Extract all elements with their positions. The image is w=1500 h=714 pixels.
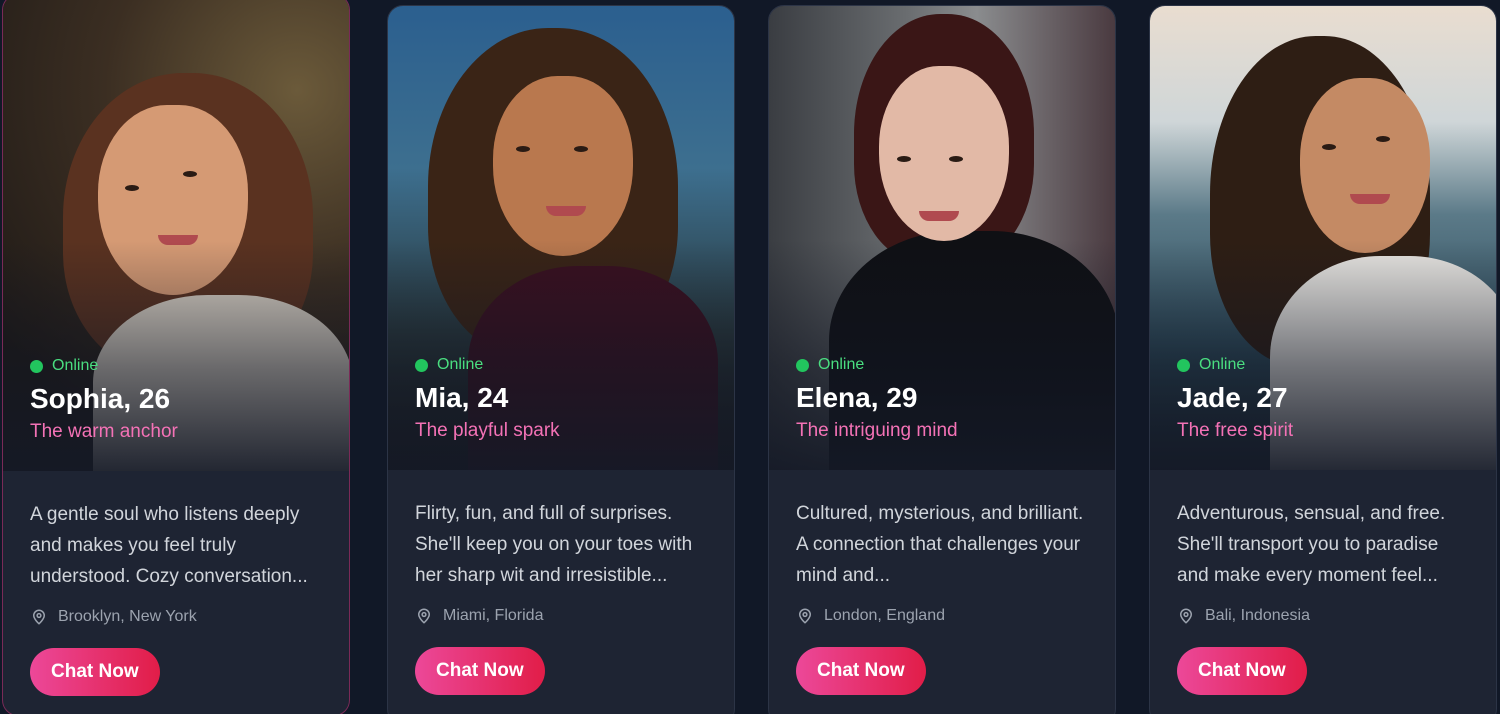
profile-location: Bali, Indonesia xyxy=(1177,607,1469,625)
map-pin-icon xyxy=(1179,608,1193,624)
profile-tagline: The free spirit xyxy=(1177,420,1294,441)
status-label: Online xyxy=(818,356,865,373)
profile-tagline: The warm anchor xyxy=(30,421,178,442)
profile-location: Miami, Florida xyxy=(415,607,707,625)
online-dot-icon xyxy=(1177,358,1190,372)
profile-tagline: The intriguing mind xyxy=(796,420,958,441)
map-pin-icon xyxy=(32,609,46,625)
profile-name: Mia, 24 xyxy=(415,382,509,413)
profile-name: Sophia, 26 xyxy=(30,383,171,414)
location-label: London, England xyxy=(824,607,945,624)
profile-description: Adventurous, sensual, and free. She'll t… xyxy=(1177,503,1446,586)
chat-now-button[interactable]: Chat Now xyxy=(30,648,160,696)
profile-description: A gentle soul who listens deeply and mak… xyxy=(30,504,308,587)
map-pin-icon xyxy=(798,608,812,624)
profile-card-jade[interactable]: Online Jade, 27 The free spirit Adventur… xyxy=(1149,5,1497,714)
chat-now-button[interactable]: Chat Now xyxy=(1177,647,1307,695)
profile-photo: Online Jade, 27 The free spirit xyxy=(1150,6,1496,470)
profile-description: Flirty, fun, and full of surprises. She'… xyxy=(415,503,693,586)
online-status: Online xyxy=(30,357,333,375)
chat-now-button[interactable]: Chat Now xyxy=(796,647,926,695)
online-dot-icon xyxy=(415,358,428,372)
profile-description: Cultured, mysterious, and brilliant. A c… xyxy=(796,503,1084,586)
status-label: Online xyxy=(52,357,99,374)
status-label: Online xyxy=(1199,356,1246,373)
companion-card-grid: Online Sophia, 26 The warm anchor A gent… xyxy=(0,0,1500,714)
profile-photo: Online Elena, 29 The intriguing mind xyxy=(769,6,1115,470)
profile-card-elena[interactable]: Online Elena, 29 The intriguing mind Cul… xyxy=(768,5,1116,714)
location-label: Bali, Indonesia xyxy=(1205,607,1310,624)
location-label: Miami, Florida xyxy=(443,607,544,624)
profile-location: Brooklyn, New York xyxy=(30,608,322,626)
online-status: Online xyxy=(415,356,718,374)
profile-card-sophia[interactable]: Online Sophia, 26 The warm anchor A gent… xyxy=(2,0,350,714)
chat-now-button[interactable]: Chat Now xyxy=(415,647,545,695)
profile-tagline: The playful spark xyxy=(415,420,560,441)
online-dot-icon xyxy=(796,358,809,372)
profile-location: London, England xyxy=(796,607,1088,625)
location-label: Brooklyn, New York xyxy=(58,608,197,625)
map-pin-icon xyxy=(417,608,431,624)
profile-photo: Online Mia, 24 The playful spark xyxy=(388,6,734,470)
profile-name: Jade, 27 xyxy=(1177,382,1288,413)
online-dot-icon xyxy=(30,359,43,373)
profile-card-mia[interactable]: Online Mia, 24 The playful spark Flirty,… xyxy=(387,5,735,714)
online-status: Online xyxy=(1177,356,1480,374)
online-status: Online xyxy=(796,356,1099,374)
profile-photo: Online Sophia, 26 The warm anchor xyxy=(3,0,349,471)
profile-name: Elena, 29 xyxy=(796,382,918,413)
status-label: Online xyxy=(437,356,484,373)
